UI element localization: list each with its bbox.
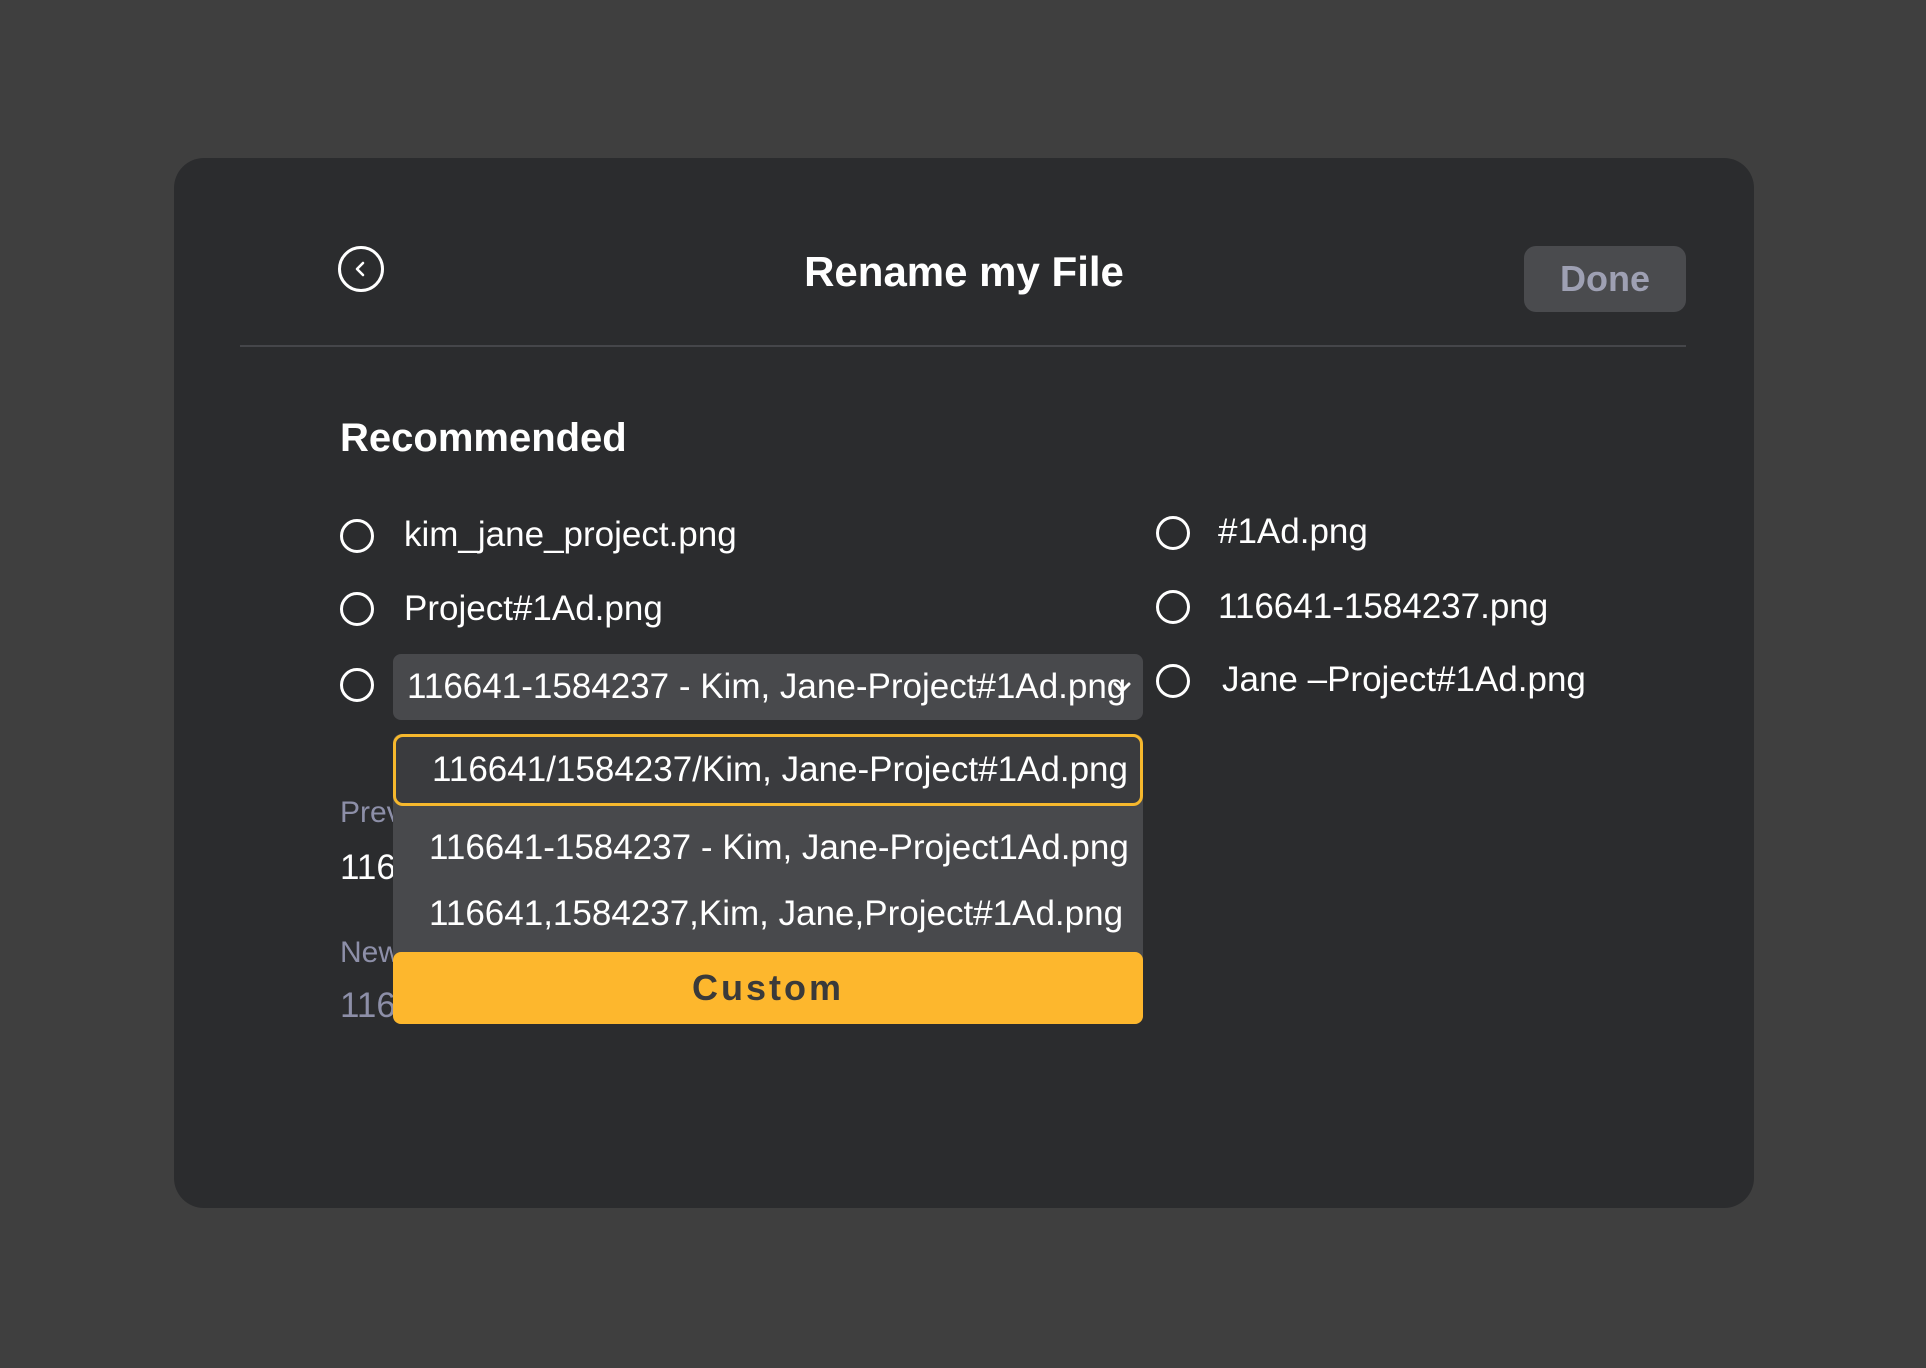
filename-format-select[interactable]: 116641-1584237 - Kim, Jane-Project#1Ad.p… [393,654,1143,720]
select-value: 116641-1584237 - Kim, Jane-Project#1Ad.p… [407,667,1127,706]
radio-option-6[interactable] [1156,664,1190,698]
option-label-5[interactable]: 116641-1584237.png [1218,587,1548,627]
dropdown-option-1[interactable]: 116641/1584237/Kim, Jane-Project#1Ad.png [393,734,1143,806]
radio-option-5[interactable] [1156,590,1190,624]
dropdown-option-3[interactable]: 116641,1584237,Kim, Jane,Project#1Ad.png [393,894,1143,934]
header-divider [240,345,1686,347]
dropdown-option-label: 116641/1584237/Kim, Jane-Project#1Ad.png [432,750,1128,789]
new-name-value: 116 [340,986,396,1025]
dropdown-option-2[interactable]: 116641-1584237 - Kim, Jane-Project1Ad.pn… [393,828,1143,868]
chevron-down-icon [1113,682,1131,693]
new-name-label: New [340,936,401,969]
dialog-title: Rename my File [804,248,1124,295]
option-label-2[interactable]: Project#1Ad.png [404,589,663,629]
rename-dialog: Rename my File Done Recommended kim_jane… [174,158,1754,1208]
radio-option-1[interactable] [340,519,374,553]
option-label-4[interactable]: #1Ad.png [1218,512,1368,552]
custom-button[interactable]: Custom [393,952,1143,1024]
previous-name-value: 116 [340,848,396,887]
done-button[interactable]: Done [1524,246,1686,312]
recommended-heading: Recommended [340,416,627,460]
format-dropdown-menu: 116641/1584237/Kim, Jane-Project#1Ad.png… [393,734,1143,1024]
option-label-1[interactable]: kim_jane_project.png [404,515,737,555]
radio-option-2[interactable] [340,592,374,626]
radio-option-4[interactable] [1156,516,1190,550]
option-label-6[interactable]: Jane –Project#1Ad.png [1222,660,1586,700]
radio-option-3[interactable] [340,668,374,702]
